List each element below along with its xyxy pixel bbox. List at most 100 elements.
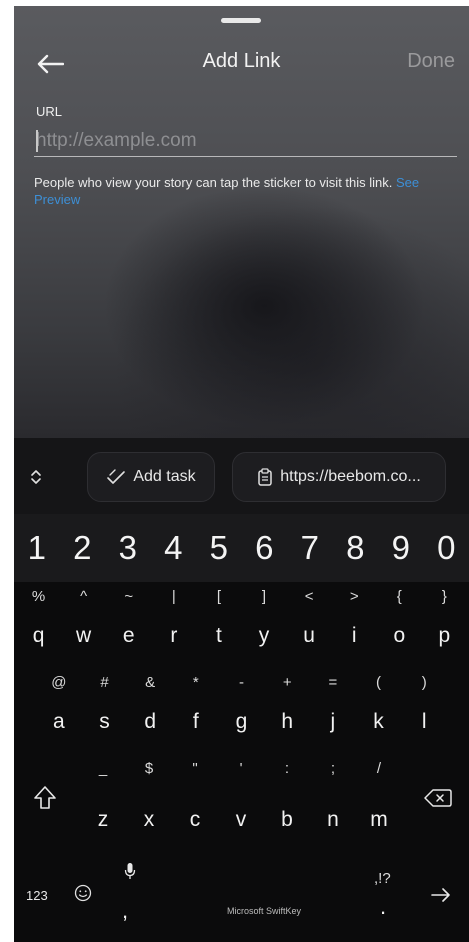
key-letter: s bbox=[99, 710, 110, 733]
key-g[interactable]: -g bbox=[219, 674, 265, 738]
chevron-up-down-icon bbox=[31, 470, 41, 484]
arrow-right-icon bbox=[431, 888, 450, 902]
key-a[interactable]: @ a bbox=[36, 674, 82, 738]
key-j[interactable]: = j bbox=[310, 674, 356, 738]
key-alt-symbol: < bbox=[304, 588, 314, 605]
key-alt-symbol: @ bbox=[51, 674, 67, 691]
smiley-icon bbox=[74, 884, 92, 902]
microphone-icon bbox=[124, 863, 136, 879]
key-s[interactable]: # s bbox=[82, 674, 128, 738]
enter-key[interactable] bbox=[426, 880, 456, 910]
key-7[interactable]: 7 bbox=[287, 514, 333, 582]
emoji-key[interactable] bbox=[74, 884, 92, 907]
key-letter: b bbox=[281, 808, 293, 831]
shift-key[interactable] bbox=[14, 760, 76, 836]
voice-input-key[interactable] bbox=[118, 862, 142, 882]
key-m[interactable]: / m bbox=[356, 760, 402, 836]
key-9[interactable]: 9 bbox=[378, 514, 424, 582]
key-row-bottom: 123 , Microsoft SwiftKey ,!? . bbox=[14, 856, 469, 936]
key-alt-symbol: ( bbox=[376, 674, 382, 691]
key-q[interactable]: % q bbox=[16, 588, 61, 652]
task-check-icon bbox=[107, 469, 126, 484]
key-5[interactable]: 5 bbox=[196, 514, 242, 582]
key-row-1: % q ^ w ~ e | r [t ] y < u > i {o } p bbox=[14, 588, 469, 652]
key-b[interactable]: :b bbox=[264, 760, 310, 836]
key-alt-symbol: " bbox=[192, 760, 198, 777]
help-text: People who view your story can tap the s… bbox=[34, 174, 454, 208]
key-letter: x bbox=[143, 808, 155, 831]
phone-screen: Add Link Done URL People who view your s… bbox=[14, 6, 469, 942]
help-description: People who view your story can tap the s… bbox=[34, 175, 396, 190]
key-letter: j bbox=[330, 710, 336, 733]
add-task-label: Add task bbox=[133, 468, 196, 485]
sheet-handle[interactable] bbox=[221, 18, 261, 23]
key-alt-symbol: } bbox=[441, 588, 447, 605]
backspace-key[interactable] bbox=[407, 760, 469, 836]
key-u[interactable]: < u bbox=[287, 588, 332, 652]
key-p[interactable]: } p bbox=[422, 588, 467, 652]
clipboard-icon bbox=[258, 468, 272, 486]
punctuation-hint: ,!? bbox=[374, 870, 391, 887]
key-letter: e bbox=[122, 624, 135, 647]
key-letter: w bbox=[76, 624, 92, 647]
key-z[interactable]: _ z bbox=[80, 760, 126, 836]
key-0[interactable]: 0 bbox=[424, 514, 469, 582]
key-8[interactable]: 8 bbox=[333, 514, 379, 582]
done-button[interactable]: Done bbox=[407, 50, 455, 73]
key-alt-symbol: ) bbox=[421, 674, 427, 691]
key-k[interactable]: (k bbox=[356, 674, 402, 738]
key-letter: v bbox=[235, 808, 247, 831]
key-c[interactable]: " c bbox=[172, 760, 218, 836]
space-key[interactable]: Microsoft SwiftKey bbox=[164, 876, 364, 916]
url-label: URL bbox=[36, 104, 63, 119]
key-o[interactable]: {o bbox=[377, 588, 422, 652]
comma-key[interactable]: , bbox=[122, 898, 128, 924]
key-d[interactable]: & d bbox=[127, 674, 173, 738]
key-6[interactable]: 6 bbox=[242, 514, 288, 582]
key-3[interactable]: 3 bbox=[105, 514, 151, 582]
key-alt-symbol: _ bbox=[98, 760, 108, 777]
key-t[interactable]: [t bbox=[196, 588, 241, 652]
key-row-3: _ z $ x " c ' v :b ; n / m bbox=[14, 760, 469, 836]
key-letter: c bbox=[189, 808, 201, 831]
key-alt-symbol: # bbox=[100, 674, 109, 691]
key-4[interactable]: 4 bbox=[151, 514, 197, 582]
key-letter: k bbox=[373, 710, 384, 733]
key-letter: g bbox=[235, 710, 248, 733]
key-letter: y bbox=[258, 624, 270, 647]
key-letter: p bbox=[438, 624, 451, 647]
period-key[interactable]: . bbox=[380, 894, 386, 920]
key-letter: z bbox=[97, 808, 109, 831]
key-f[interactable]: * f bbox=[173, 674, 219, 738]
toolbar-expand-button[interactable] bbox=[24, 462, 48, 492]
key-letter: o bbox=[393, 624, 406, 647]
key-alt-symbol: = bbox=[328, 674, 338, 691]
key-r[interactable]: | r bbox=[151, 588, 196, 652]
number-row: 1 2 3 4 5 6 7 8 9 0 bbox=[14, 514, 469, 582]
keyboard: Add task https://beebom.co... 1 2 3 4 5 … bbox=[14, 438, 469, 942]
url-input[interactable] bbox=[34, 126, 457, 157]
key-l[interactable]: ) l bbox=[401, 674, 447, 738]
clipboard-chip[interactable]: https://beebom.co... bbox=[232, 452, 446, 502]
key-1[interactable]: 1 bbox=[14, 514, 60, 582]
key-e[interactable]: ~ e bbox=[106, 588, 151, 652]
key-letter: a bbox=[52, 710, 65, 733]
key-n[interactable]: ; n bbox=[310, 760, 356, 836]
text-caret bbox=[36, 130, 38, 152]
key-w[interactable]: ^ w bbox=[61, 588, 106, 652]
key-h[interactable]: + h bbox=[264, 674, 310, 738]
key-2[interactable]: 2 bbox=[60, 514, 106, 582]
numbers-key[interactable]: 123 bbox=[26, 888, 48, 903]
key-y[interactable]: ] y bbox=[241, 588, 286, 652]
key-alt-symbol: - bbox=[239, 674, 245, 691]
key-letter: h bbox=[281, 710, 294, 733]
key-alt-symbol: $ bbox=[144, 760, 154, 777]
key-alt-symbol: | bbox=[171, 588, 176, 605]
key-letter: n bbox=[327, 808, 339, 831]
key-alt-symbol: + bbox=[282, 674, 292, 691]
key-x[interactable]: $ x bbox=[126, 760, 172, 836]
key-v[interactable]: ' v bbox=[218, 760, 264, 836]
add-task-chip[interactable]: Add task bbox=[87, 452, 215, 502]
key-alt-symbol: & bbox=[145, 674, 156, 691]
key-i[interactable]: > i bbox=[332, 588, 377, 652]
